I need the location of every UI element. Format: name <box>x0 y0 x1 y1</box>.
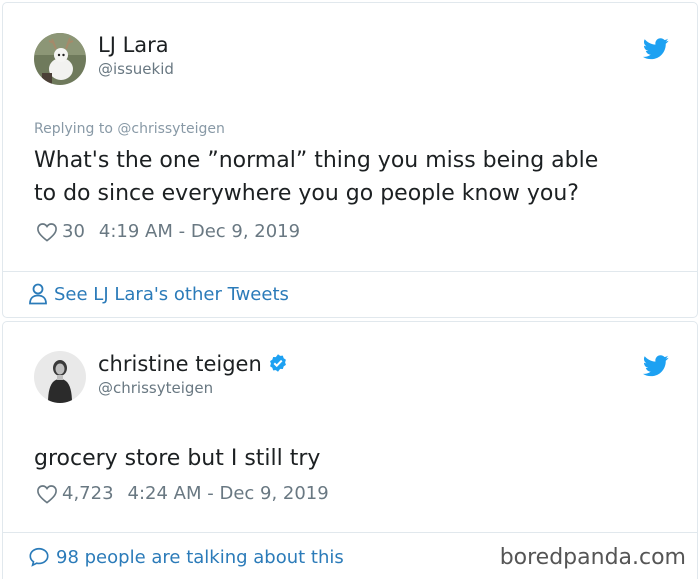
tweet-card-lj-lara: LJ Lara @issuekid Replying to @chrissyte… <box>2 2 698 318</box>
author-name[interactable]: christine teigen <box>98 352 288 376</box>
author-handle[interactable]: @chrissyteigen <box>98 379 213 397</box>
twitter-bird-icon[interactable] <box>643 38 669 60</box>
timestamp[interactable]: 4:24 AM - Dec 9, 2019 <box>128 483 329 504</box>
see-other-tweets-label: See LJ Lara's other Tweets <box>54 283 289 305</box>
tweet-text: What's the one ”normal” thing you miss b… <box>34 144 598 210</box>
watermark: boredpanda.com <box>499 545 686 570</box>
author-handle[interactable]: @issuekid <box>98 60 174 78</box>
heart-icon[interactable] <box>36 222 58 242</box>
tweet-meta: 4,723 4:24 AM - Dec 9, 2019 <box>36 483 329 504</box>
divider <box>3 532 697 533</box>
tweet-text-line-2: to do since everywhere you go people kno… <box>34 181 579 206</box>
heart-icon[interactable] <box>36 484 58 504</box>
avatar[interactable] <box>34 33 86 85</box>
twitter-bird-icon[interactable] <box>643 355 669 377</box>
speech-bubble-icon <box>29 547 49 567</box>
conversation-link[interactable]: 98 people are talking about this <box>28 546 344 568</box>
conversation-label: 98 people are talking about this <box>56 546 344 568</box>
tweet-text: grocery store but I still try <box>34 446 321 471</box>
timestamp[interactable]: 4:19 AM - Dec 9, 2019 <box>99 221 300 242</box>
replying-to[interactable]: Replying to @chrissyteigen <box>34 121 225 137</box>
tweet-card-christine-teigen: christine teigen @chrissyteigen grocery … <box>2 321 698 579</box>
like-count: 4,723 <box>62 483 114 504</box>
divider <box>3 271 697 272</box>
verified-badge-icon <box>269 354 286 372</box>
avatar-image <box>34 351 86 403</box>
like-count: 30 <box>62 221 85 242</box>
avatar-image <box>34 33 86 85</box>
avatar[interactable] <box>34 351 86 403</box>
author-name-text: christine teigen <box>98 352 262 376</box>
see-other-tweets-link[interactable]: See LJ Lara's other Tweets <box>28 283 289 305</box>
person-icon <box>29 283 47 305</box>
tweet-text-line-1: What's the one ”normal” thing you miss b… <box>34 148 599 173</box>
author-name[interactable]: LJ Lara <box>98 33 169 57</box>
tweet-meta: 30 4:19 AM - Dec 9, 2019 <box>36 221 300 242</box>
